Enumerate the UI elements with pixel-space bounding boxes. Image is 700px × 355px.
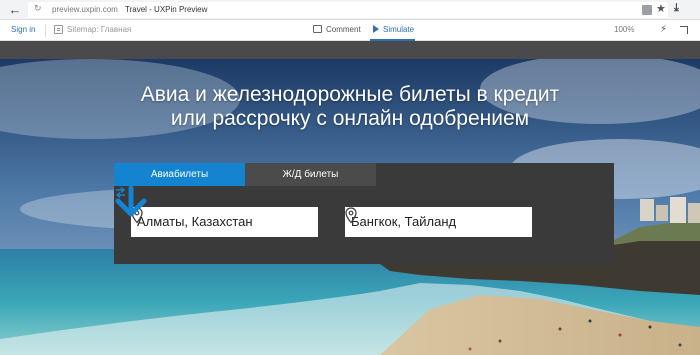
headline-line-2: или рассрочку с онлайн одобрением [170,107,530,130]
download-icon[interactable]: ⤓ [674,2,679,15]
sitemap-label: Sitemap: [67,25,99,34]
origin-field[interactable]: Алматы, Казахстан [131,207,318,237]
headline-line-1: Авиа и железнодорожные билеты в кредит [140,83,560,106]
simulate-button[interactable]: Simulate [383,25,414,34]
tabs-spacer [376,163,614,186]
comment-icon[interactable] [313,25,322,33]
destination-value: Бангкок, Тайланд [351,214,457,229]
page-title: Travel - UXPin Preview [125,5,208,14]
sitemap-link[interactable]: Sitemap: Главная [67,25,131,34]
address-bar[interactable]: ↻ preview.uxpin.com Travel - UXPin Previ… [28,2,668,18]
back-arrow-icon[interactable]: ← [8,3,22,17]
tab-air-tickets[interactable]: Авиабилеты [114,163,245,186]
play-icon[interactable] [373,25,379,33]
hero-headline: Авиа и железнодорожные билеты в кредит и… [0,83,700,131]
comment-button[interactable]: Comment [326,25,361,34]
hero-section: Авиа и железнодорожные билеты в кредит и… [0,59,700,355]
origin-value: Алматы, Казахстан [137,214,253,229]
sitemap-icon[interactable] [54,25,63,34]
tab-rail-tickets[interactable]: Ж/Д билеты [245,163,376,186]
reload-icon[interactable]: ↻ [34,3,42,14]
expand-icon[interactable] [680,26,688,34]
toolbar-divider [45,24,46,37]
zoom-level[interactable]: 100% [614,25,634,34]
extension-icon[interactable] [642,5,652,15]
sitemap-page: Главная [100,25,132,34]
location-pin-icon[interactable] [345,207,357,224]
sign-in-link[interactable]: Sign in [11,25,35,34]
star-icon[interactable]: ★ [656,2,666,15]
ticket-type-tabs: Авиабилеты Ж/Д билеты [114,163,614,186]
browser-bar: ← ↻ preview.uxpin.com Travel - UXPin Pre… [0,0,700,20]
bolt-icon[interactable]: ⚡ [660,24,667,35]
arrow-down-icon[interactable] [114,186,148,218]
uxpin-toolbar: Sign in Sitemap: Главная Comment Simulat… [0,20,700,41]
url-text: preview.uxpin.com [52,5,118,14]
search-panel: Алматы, Казахстан Бангкок, Тайланд [114,186,614,264]
destination-field[interactable]: Бангкок, Тайланд [345,207,532,237]
prototype-header-strip [0,41,700,59]
